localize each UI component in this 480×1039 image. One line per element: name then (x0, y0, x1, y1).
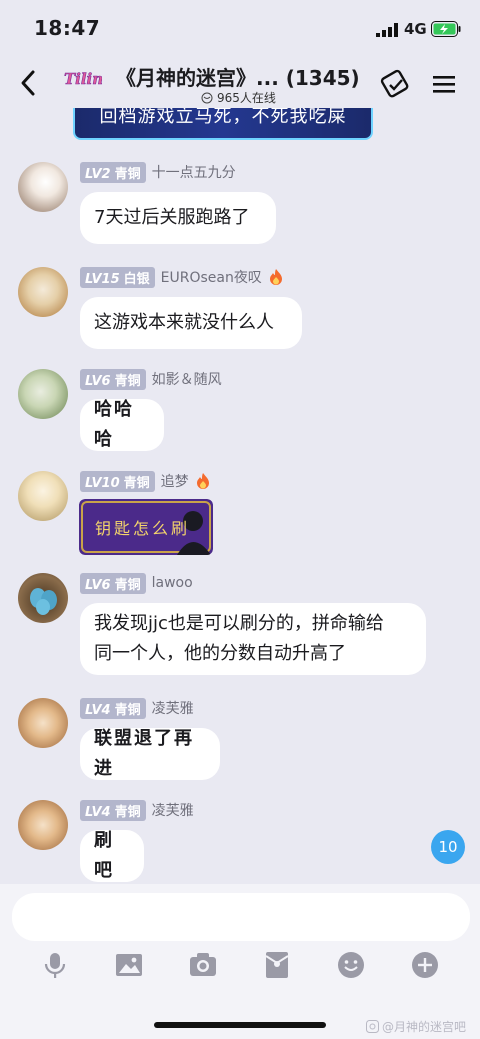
sign-in-icon[interactable] (380, 68, 412, 100)
status-bar: 18:47 4G (0, 0, 480, 56)
message-bubble[interactable]: 我发现jjc也是可以刷分的，拼命输给 同一个人，他的分数自动升高了 (80, 603, 426, 675)
message-meta: LV2 青铜 十一点五九分 (80, 161, 236, 183)
message-input[interactable] (12, 893, 470, 941)
message-text: 7天过后关服跑路了 (94, 207, 250, 228)
sender-name[interactable]: 追梦 (161, 471, 189, 491)
signal-icon (376, 23, 398, 37)
microphone-icon[interactable] (40, 950, 70, 980)
sender-name[interactable]: 十一点五九分 (152, 162, 236, 182)
message-text-line-1: 我发现jjc也是可以刷分的，拼命输给 (94, 613, 384, 634)
battery-icon (431, 21, 461, 37)
message-meta: LV4 青铜 凌芙雅 (80, 697, 194, 719)
red-packet-icon[interactable] (262, 950, 292, 980)
chat-header: Tiling 《月神的迷宫》... (1345) 965人在线 (0, 56, 480, 112)
group-title[interactable]: 《月神的迷宫》... (1345) (116, 62, 360, 91)
level-badge: LV4 青铜 (80, 799, 146, 821)
plus-icon[interactable] (410, 950, 440, 980)
message-meta: LV4 青铜 凌芙雅 (80, 799, 194, 821)
unread-count-badge[interactable]: 10 (431, 830, 465, 864)
message-text-line-2: 同一个人，他的分数自动升高了 (94, 643, 346, 664)
group-logo: Tiling (64, 70, 102, 89)
fire-icon (269, 269, 282, 285)
online-text: 965人在线 (217, 91, 276, 105)
message-meta: LV6 青铜 如影＆随风 (80, 368, 222, 390)
watermark-text: @月神的迷宫吧 (382, 1020, 467, 1034)
message-bubble[interactable]: 刷吧 (80, 830, 144, 882)
sender-name[interactable]: 凌芙雅 (152, 698, 194, 718)
message-bubble[interactable]: 哈哈哈 (80, 399, 164, 451)
avatar[interactable] (18, 800, 68, 850)
tieba-icon (366, 1020, 379, 1033)
eye-icon (201, 92, 213, 103)
sender-name[interactable]: EUROsean夜叹 (161, 267, 262, 287)
sender-name[interactable]: 凌芙雅 (152, 800, 194, 820)
level-badge: LV6 青铜 (80, 368, 146, 390)
sticker-banner: 回档游戏立马死，不死我吃屎 (73, 108, 373, 140)
banner-text: 回档游戏立马死，不死我吃屎 (99, 108, 347, 127)
message-text: 刷吧 (94, 830, 114, 881)
avatar[interactable] (18, 698, 68, 748)
camera-icon[interactable] (188, 950, 218, 980)
input-bar: @月神的迷宫吧 (0, 884, 480, 1039)
avatar[interactable] (18, 162, 68, 212)
back-icon[interactable] (16, 68, 40, 98)
sticker-message[interactable]: 钥匙怎么刷 (79, 499, 213, 555)
message-bubble[interactable]: 这游戏本来就没什么人 (80, 297, 302, 349)
message-text: 这游戏本来就没什么人 (94, 312, 274, 333)
message-meta: LV15 白银 EUROsean夜叹 (80, 266, 284, 288)
avatar[interactable] (18, 369, 68, 419)
sticker-text: 钥匙怎么刷 (95, 519, 191, 538)
message-bubble[interactable]: 联盟退了再进 (80, 728, 220, 780)
menu-icon[interactable] (428, 68, 460, 100)
level-badge: LV2 青铜 (80, 161, 146, 183)
message-text: 联盟退了再进 (94, 728, 194, 779)
network-type: 4G (404, 20, 427, 38)
sender-name[interactable]: 如影＆随风 (152, 369, 222, 389)
eggs-art (30, 588, 57, 615)
level-badge: LV10 青铜 (80, 470, 155, 492)
level-badge: LV4 青铜 (80, 697, 146, 719)
message-bubble[interactable]: 7天过后关服跑路了 (80, 192, 276, 244)
online-count: 965人在线 (201, 89, 276, 106)
avatar[interactable] (18, 573, 68, 623)
fire-icon (196, 473, 209, 489)
message-text: 哈哈哈 (94, 399, 134, 450)
level-badge: LV6 青铜 (80, 572, 146, 594)
home-indicator (154, 1022, 326, 1028)
level-badge: LV15 白银 (80, 266, 155, 288)
emoji-icon[interactable] (336, 950, 366, 980)
message-meta: LV6 青铜 lawoo (80, 572, 193, 594)
logo-text: Tiling (64, 70, 102, 88)
avatar[interactable] (18, 471, 68, 521)
status-time: 18:47 (34, 16, 101, 40)
avatar[interactable] (18, 267, 68, 317)
watermark: @月神的迷宫吧 (366, 1018, 466, 1035)
image-icon[interactable] (114, 950, 144, 980)
message-meta: LV10 青铜 追梦 (80, 470, 211, 492)
sender-name[interactable]: lawoo (152, 575, 193, 591)
